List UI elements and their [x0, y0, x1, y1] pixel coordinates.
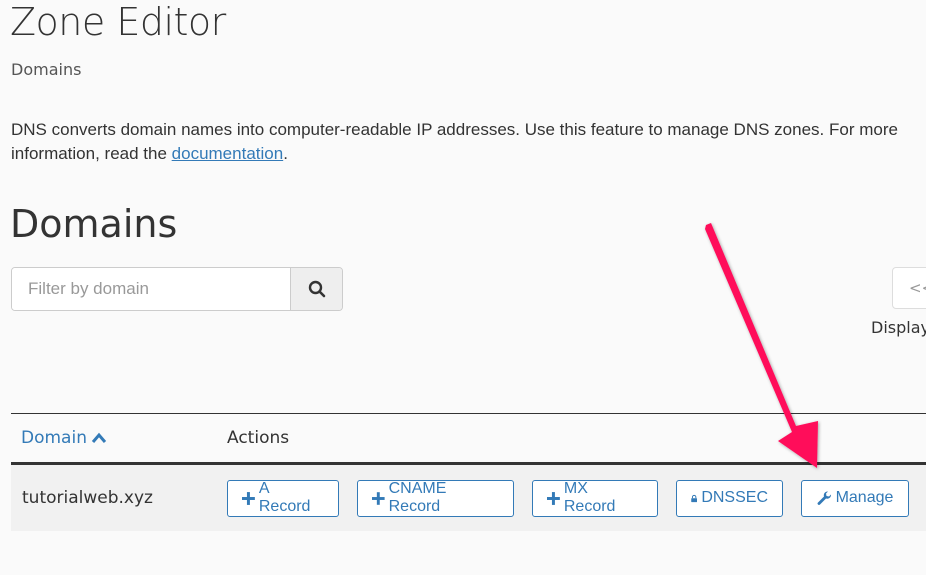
button-label: DNSSEC	[701, 489, 768, 506]
dnssec-button[interactable]: DNSSEC	[676, 479, 783, 517]
displaying-text: Displaying	[871, 318, 926, 337]
period: .	[283, 144, 288, 163]
column-label: Domain	[21, 428, 87, 448]
description-line-1: DNS converts domain names into computer-…	[11, 120, 898, 139]
column-header-actions: Actions	[227, 428, 290, 448]
breadcrumb: Domains	[11, 60, 82, 79]
plus-icon	[372, 491, 385, 505]
lock-icon	[691, 494, 698, 502]
add-a-record-button[interactable]: A Record	[227, 479, 339, 517]
column-header-domain[interactable]: Domain	[11, 428, 227, 448]
plus-icon	[547, 491, 560, 505]
button-label: MX Record	[563, 480, 616, 515]
table-row: tutorialweb.xyz A Record CNAME Record MX…	[11, 465, 926, 531]
pager-first-button[interactable]: <<	[892, 267, 926, 309]
plus-icon	[242, 491, 255, 505]
wrench-icon	[817, 490, 831, 505]
table-header: Domain Actions	[11, 413, 926, 465]
page-description: DNS converts domain names into computer-…	[11, 118, 898, 166]
chevron-up-icon	[91, 432, 107, 443]
search-icon	[308, 280, 325, 298]
description-line-2: information, read the	[11, 144, 172, 163]
domains-table: Domain Actions tutorialweb.xyz A Record …	[11, 413, 926, 531]
section-heading: Domains	[10, 202, 178, 246]
filter-input[interactable]	[12, 268, 290, 310]
button-label: A Record	[258, 480, 311, 515]
documentation-link[interactable]: documentation	[172, 144, 284, 163]
add-mx-record-button[interactable]: MX Record	[532, 479, 658, 517]
search-button[interactable]	[290, 268, 342, 310]
domain-filter	[11, 267, 343, 311]
domain-cell: tutorialweb.xyz	[22, 488, 153, 508]
manage-button[interactable]: Manage	[801, 479, 909, 517]
button-label: Manage	[835, 489, 894, 506]
page-title: Zone Editor	[10, 0, 226, 44]
button-label: CNAME Record	[388, 480, 447, 515]
add-cname-record-button[interactable]: CNAME Record	[357, 479, 514, 517]
